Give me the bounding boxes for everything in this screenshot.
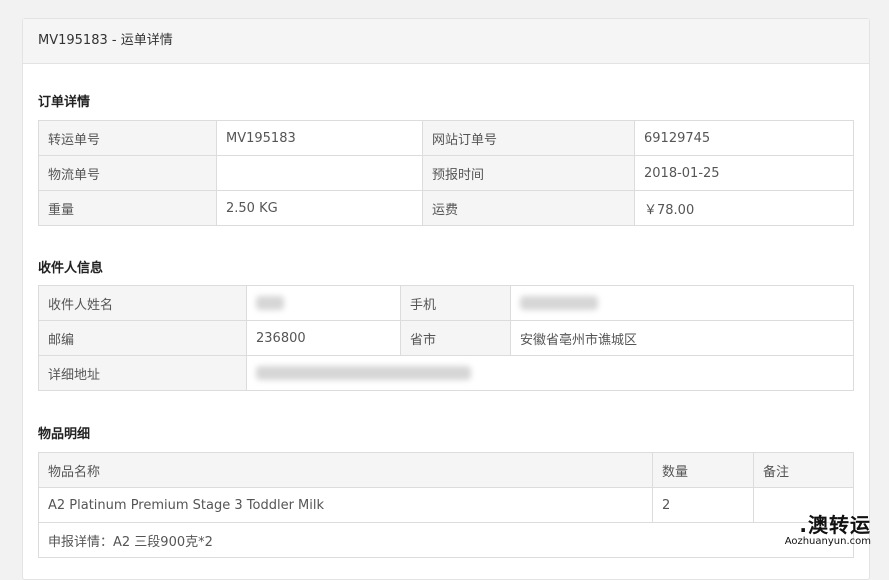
quantity-header: 数量 [652,452,754,488]
table-row: 详细地址 [38,355,854,391]
forecast-time-label: 预报时间 [422,155,635,191]
table-row: 邮编 236800 省市 安徽省亳州市谯城区 [38,320,854,356]
note-header: 备注 [753,452,854,488]
declaration-detail: 申报详情：A2 三段900克*2 [38,522,854,558]
transfer-no-label: 转运单号 [38,120,217,156]
shipping-fee-label: 运费 [422,190,635,226]
logistics-no-value [216,155,423,191]
logistics-no-label: 物流单号 [38,155,217,191]
weight-label: 重量 [38,190,217,226]
phone-value [510,285,854,321]
table-header-row: 物品名称 数量 备注 [38,452,854,488]
zip-label: 邮编 [38,320,247,356]
order-details-table: 转运单号 MV195183 网站订单号 69129745 物流单号 预报时间 2… [38,120,854,226]
redacted-name [256,296,284,310]
recipient-name-label: 收件人姓名 [38,285,247,321]
watermark-logo: .澳转运 Aozhuanyun.com [785,509,871,547]
site-order-no-value: 69129745 [634,120,854,156]
item-name-value: A2 Platinum Premium Stage 3 Toddler Milk [38,487,653,523]
redacted-address [256,366,471,380]
order-section-title: 订单详情 [38,95,91,110]
shipping-fee-value: ￥78.00 [634,190,854,226]
waybill-detail-panel: MV195183 - 运单详情 订单详情 转运单号 MV195183 网站订单号… [22,18,870,580]
table-row: 重量 2.50 KG 运费 ￥78.00 [38,190,854,226]
table-row: A2 Platinum Premium Stage 3 Toddler Milk… [38,487,854,523]
forecast-time-value: 2018-01-25 [634,155,854,191]
table-row: 申报详情：A2 三段900克*2 [38,522,854,558]
redacted-phone [520,296,598,310]
province-value: 安徽省亳州市谯城区 [510,320,854,356]
watermark-sub: Aozhuanyun.com [784,536,871,547]
address-label: 详细地址 [38,355,247,391]
zip-value: 236800 [246,320,401,356]
recipient-name-value [246,285,401,321]
address-value [246,355,854,391]
site-order-no-label: 网站订单号 [422,120,635,156]
table-row: 收件人姓名 手机 [38,285,854,321]
page-title: MV195183 - 运单详情 [23,19,869,64]
table-row: 转运单号 MV195183 网站订单号 69129745 [38,120,854,156]
province-label: 省市 [400,320,511,356]
recipient-section-title: 收件人信息 [38,261,104,276]
items-table: 物品名称 数量 备注 A2 Platinum Premium Stage 3 T… [38,452,854,558]
transfer-no-value: MV195183 [216,120,423,156]
item-name-header: 物品名称 [38,452,653,488]
phone-label: 手机 [400,285,511,321]
items-section-title: 物品明细 [38,427,91,442]
recipient-info-table: 收件人姓名 手机 邮编 236800 省市 安徽省亳州市谯城区 详细地址 [38,285,854,391]
item-quantity-value: 2 [652,487,754,523]
table-row: 物流单号 预报时间 2018-01-25 [38,155,854,191]
watermark-main: .澳转运 [799,513,871,537]
weight-value: 2.50 KG [216,190,423,226]
